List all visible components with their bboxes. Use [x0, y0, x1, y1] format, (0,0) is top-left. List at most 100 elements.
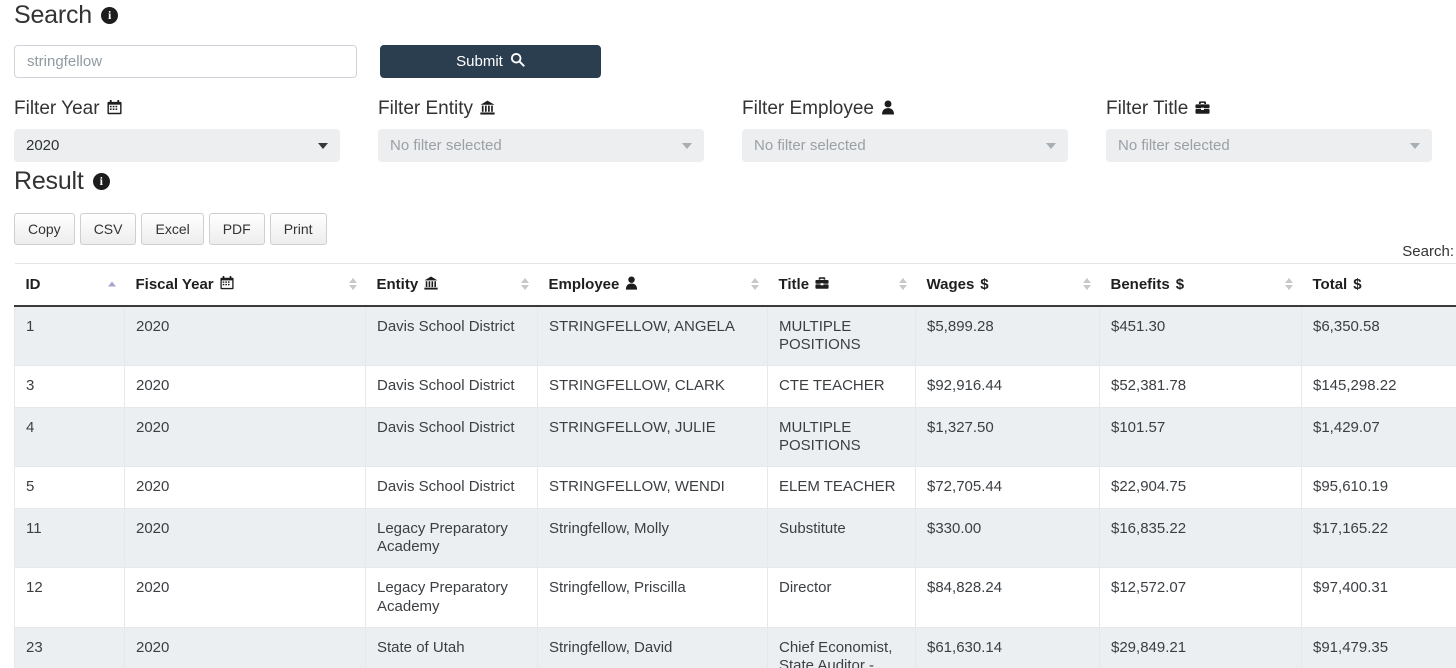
cell-title: Director: [767, 567, 916, 628]
cell-employee: STRINGFELLOW, CLARK: [537, 365, 768, 408]
cell-title: MULTIPLE POSITIONS: [767, 305, 916, 367]
table-row[interactable]: 4 2020 Davis School District STRINGFELLO…: [14, 407, 1456, 468]
filter-employee-label-text: Filter Employee: [742, 98, 874, 119]
result-heading-text: Result: [14, 166, 84, 195]
cell-entity: Davis School District: [365, 365, 538, 408]
column-header-benefits[interactable]: Benefits $: [1099, 262, 1302, 307]
column-header-fiscal-year[interactable]: Fiscal Year: [124, 262, 366, 307]
table-row[interactable]: 5 2020 Davis School District STRINGFELLO…: [14, 466, 1456, 509]
column-header-entity[interactable]: Entity: [365, 262, 538, 307]
cell-fiscal-year: 2020: [124, 365, 366, 408]
chevron-down-icon: [682, 143, 692, 150]
column-header-employee[interactable]: Employee: [537, 262, 768, 307]
search-input[interactable]: [14, 45, 357, 78]
filter-row: Filter Year 2020 Filter Entity No filter…: [14, 98, 1442, 162]
magnifier-icon: [510, 52, 525, 71]
cell-id: 4: [14, 407, 125, 468]
person-icon: [881, 100, 895, 118]
filter-entity-value: No filter selected: [390, 136, 502, 154]
filter-employee-select[interactable]: No filter selected: [742, 128, 1068, 162]
cell-entity: Davis School District: [365, 466, 538, 509]
cell-employee: Stringfellow, David: [537, 627, 768, 668]
cell-title: Substitute: [767, 508, 916, 569]
column-header-benefits-label: Benefits: [1110, 275, 1170, 293]
submit-button-label: Submit: [456, 53, 503, 70]
cell-id: 1: [14, 305, 125, 367]
filter-title-select[interactable]: No filter selected: [1106, 128, 1432, 162]
column-header-id[interactable]: ID: [14, 262, 125, 307]
column-header-id-label: ID: [25, 275, 41, 293]
csv-button[interactable]: CSV: [79, 212, 137, 245]
table-search-label: Search:: [1402, 243, 1454, 260]
filter-year-select[interactable]: 2020: [14, 128, 340, 162]
filter-entity-label: Filter Entity: [378, 98, 704, 120]
cell-employee: Stringfellow, Priscilla: [537, 567, 768, 628]
cell-benefits: $22,904.75: [1099, 466, 1302, 509]
filter-entity-select[interactable]: No filter selected: [378, 128, 704, 162]
cell-id: 5: [14, 466, 125, 509]
cell-entity: Legacy Preparatory Academy: [365, 508, 538, 569]
sort-indicator: [1284, 278, 1293, 291]
calendar-icon: [220, 275, 234, 293]
column-header-wages[interactable]: Wages $: [915, 262, 1100, 307]
cell-total: $97,400.31: [1301, 567, 1456, 628]
print-button[interactable]: Print: [269, 212, 327, 245]
excel-button[interactable]: Excel: [141, 212, 204, 245]
filter-employee-value: No filter selected: [754, 136, 866, 154]
cell-total: $17,165.22: [1301, 508, 1456, 569]
cell-benefits: $451.30: [1099, 305, 1302, 367]
cell-title: CTE TEACHER: [767, 365, 916, 408]
table-row[interactable]: 12 2020 Legacy Preparatory Academy Strin…: [14, 567, 1456, 628]
submit-button[interactable]: Submit: [380, 45, 601, 78]
filter-employee-label: Filter Employee: [742, 98, 1068, 120]
copy-button[interactable]: Copy: [14, 212, 75, 245]
column-header-title[interactable]: Title: [767, 262, 916, 307]
sort-indicator: [1082, 278, 1091, 291]
cell-fiscal-year: 2020: [124, 508, 366, 569]
column-header-total[interactable]: Total $: [1301, 262, 1456, 307]
calendar-icon: [107, 100, 122, 118]
filter-title-group: Filter Title No filter selected: [1106, 98, 1456, 162]
cell-id: 23: [14, 627, 125, 668]
info-icon[interactable]: i: [92, 172, 110, 190]
cell-id: 3: [14, 365, 125, 408]
cell-employee: STRINGFELLOW, JULIE: [537, 407, 768, 468]
filter-entity-group: Filter Entity No filter selected: [378, 98, 742, 162]
dollar-icon: $: [980, 275, 989, 293]
column-header-fiscal-year-label: Fiscal Year: [135, 275, 214, 293]
table-row[interactable]: 11 2020 Legacy Preparatory Academy Strin…: [14, 508, 1456, 569]
filter-title-label: Filter Title: [1106, 98, 1432, 120]
briefcase-icon: [1195, 100, 1210, 118]
cell-entity: State of Utah: [365, 627, 538, 668]
cell-total: $6,350.58: [1301, 305, 1456, 367]
table-header-row: ID Fiscal Year Entity Employee Title Wag…: [14, 262, 1456, 307]
sort-indicator: [520, 278, 529, 291]
page-root: Search i Submit Filter Year: [0, 0, 1456, 668]
cell-total: $145,298.22: [1301, 365, 1456, 408]
column-header-entity-label: Entity: [376, 275, 419, 293]
pdf-button[interactable]: PDF: [208, 212, 265, 245]
cell-fiscal-year: 2020: [124, 305, 366, 367]
cell-entity: Legacy Preparatory Academy: [365, 567, 538, 628]
info-icon[interactable]: i: [101, 7, 119, 24]
search-controls: Submit: [14, 45, 1442, 78]
dollar-icon: $: [1175, 275, 1185, 293]
bank-icon: [480, 100, 495, 118]
table-row[interactable]: 23 2020 State of Utah Stringfellow, Davi…: [14, 627, 1456, 668]
cell-total: $1,429.07: [1301, 407, 1456, 468]
table-row[interactable]: 1 2020 Davis School District STRINGFELLO…: [14, 305, 1456, 367]
briefcase-icon: [815, 276, 829, 293]
cell-entity: Davis School District: [365, 407, 538, 468]
dollar-icon: $: [1353, 275, 1362, 293]
cell-wages: $72,705.44: [915, 466, 1100, 509]
cell-fiscal-year: 2020: [124, 407, 366, 468]
table-row[interactable]: 3 2020 Davis School District STRINGFELLO…: [14, 365, 1456, 408]
cell-benefits: $29,849.21: [1099, 627, 1302, 668]
cell-benefits: $101.57: [1099, 407, 1302, 468]
filter-year-group: Filter Year 2020: [14, 98, 378, 162]
export-button-group: Copy CSV Excel PDF Print: [14, 212, 1442, 245]
filter-employee-group: Filter Employee No filter selected: [742, 98, 1106, 162]
cell-title: Chief Economist, State Auditor - Appoint…: [767, 627, 916, 668]
chevron-down-icon: [1046, 143, 1056, 150]
cell-fiscal-year: 2020: [124, 627, 366, 668]
